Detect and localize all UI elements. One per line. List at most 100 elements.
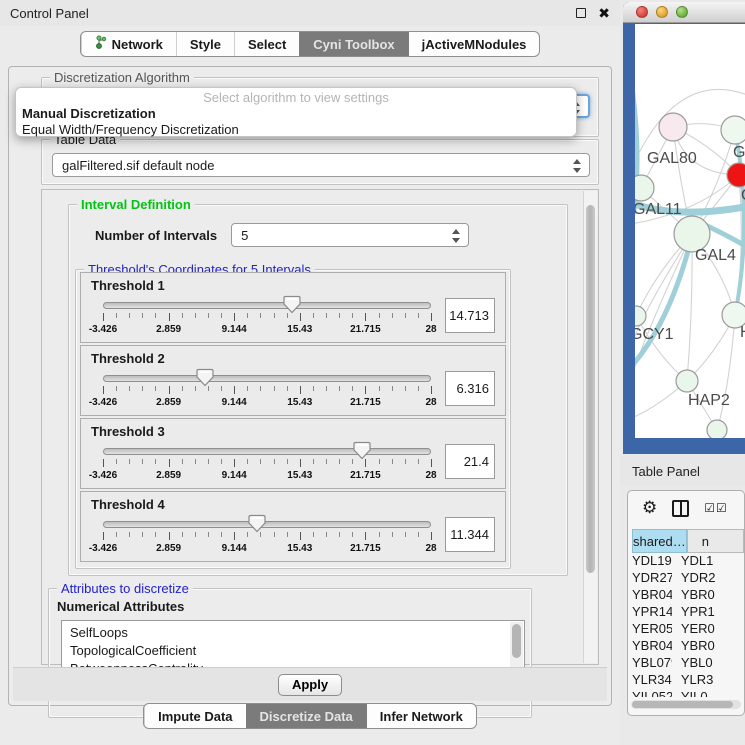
network-node-label: GCY1 (635, 326, 674, 343)
threshold-slider[interactable]: -3.4262.8599.14415.4321.71528 (103, 368, 431, 414)
threshold-box: Threshold 4 -3 (80, 491, 506, 562)
bottom-tabstrip: Impute Data Discretize Data Infer Networ… (143, 703, 477, 729)
split-columns-icon[interactable] (672, 500, 689, 517)
slider-thumb-icon[interactable] (196, 368, 214, 387)
network-node-label: GAL11 (635, 201, 682, 218)
threshold-box: Threshold 3 -3 (80, 418, 506, 489)
thresholds-list: Threshold 1 -3 (76, 272, 510, 562)
threshold-slider[interactable]: -3.4262.8599.14415.4321.71528 (103, 295, 431, 341)
attribute-list-item[interactable]: TopologicalCoefficient (70, 642, 524, 660)
cell-shared-name: YDL19… (632, 553, 672, 570)
slider-tick-labels: -3.4262.8599.14415.4321.71528 (103, 397, 431, 409)
slider-ticks (103, 386, 431, 395)
dropdown-option-equal-width[interactable]: Equal Width/Frequency Discretization (16, 122, 576, 138)
mac-zoom-icon[interactable] (676, 6, 688, 18)
float-window-icon[interactable] (576, 8, 586, 18)
top-tabbar: Network Style Select Cyni Toolbox (0, 26, 620, 62)
table-toolbar: ⚙ ☑☑ (628, 491, 744, 525)
bottom-tab[interactable]: Infer Network (366, 704, 476, 728)
tab[interactable]: Select (234, 32, 299, 56)
gear-icon[interactable]: ⚙ (642, 500, 657, 517)
tab[interactable]: Cyni Toolbox (299, 32, 407, 56)
table-row[interactable]: YPR145W YPR1 (632, 604, 744, 621)
cell-shared-name: YBR045C (632, 638, 672, 655)
cell-name: YPR1 (672, 604, 744, 621)
network-node[interactable] (659, 113, 687, 141)
slider-thumb-icon[interactable] (283, 295, 301, 314)
table-panel-title: Table Panel (632, 464, 700, 479)
threshold-value-field[interactable]: 14.713 (445, 298, 495, 333)
number-of-intervals-combobox[interactable]: 5 (231, 223, 469, 247)
threshold-value-field[interactable]: 11.344 (445, 517, 495, 552)
table-row[interactable]: YIL052C YIL0 (632, 689, 744, 697)
cell-name: YDL1 (672, 553, 744, 570)
slider-track[interactable] (103, 375, 431, 382)
cell-name: YBR0 (672, 587, 744, 604)
slider-track[interactable] (103, 302, 431, 309)
threshold-label: Threshold 3 (91, 424, 495, 439)
tab[interactable]: Network (81, 32, 176, 56)
bottom-tab[interactable]: Discretize Data (246, 704, 366, 728)
mac-close-icon[interactable] (636, 6, 648, 18)
threshold-slider[interactable]: -3.4262.8599.14415.4321.71528 (103, 441, 431, 487)
network-node[interactable] (721, 116, 745, 144)
network-window-titlebar (623, 2, 745, 23)
slider-ticks (103, 313, 431, 322)
network-canvas[interactable]: GAL80GALCGAL11GAL4GCY1HHAP2 (635, 24, 745, 438)
table-header-row: shared… n (632, 529, 744, 553)
checkboxes-icon[interactable]: ☑☑ (704, 501, 728, 515)
slider-thumb-icon[interactable] (353, 441, 371, 460)
threshold-box: Threshold 1 -3 (80, 272, 506, 343)
threshold-slider[interactable]: -3.4262.8599.14415.4321.71528 (103, 514, 431, 560)
slider-tick-labels: -3.4262.8599.14415.4321.71528 (103, 324, 431, 336)
tab-label: Cyni Toolbox (313, 37, 394, 52)
threshold-value-field[interactable]: 21.4 (445, 444, 495, 479)
network-node[interactable] (635, 306, 646, 326)
apply-row: Apply (13, 667, 607, 701)
network-node[interactable] (676, 370, 698, 392)
bottom-tab[interactable]: Impute Data (144, 704, 245, 728)
table-row[interactable]: YDL19… YDL1 (632, 553, 744, 570)
dropdown-option-manual[interactable]: Manual Discretization (16, 106, 576, 122)
attribute-list-item[interactable]: SelfLoops (70, 624, 524, 642)
network-node-label: GAL (733, 144, 745, 161)
tab[interactable]: Style (176, 32, 234, 56)
threshold-label: Threshold 2 (91, 351, 495, 366)
slider-ticks (103, 532, 431, 541)
slider-thumb-icon[interactable] (248, 514, 266, 533)
slider-track[interactable] (103, 521, 431, 528)
mac-minimize-icon[interactable] (656, 6, 668, 18)
tab[interactable]: jActiveMNodules (408, 32, 540, 56)
apply-button[interactable]: Apply (278, 674, 342, 696)
algorithm-dropdown-popup: Select algorithm to view settings Manual… (15, 87, 577, 137)
table-row[interactable]: YBR045C YBR0 (632, 638, 744, 655)
table-data-section: Table Data galFiltered.sif default node (41, 139, 599, 185)
close-icon[interactable]: ✖ (598, 6, 610, 20)
table-row[interactable]: YLR345W YLR3 (632, 672, 744, 689)
number-of-intervals-label: Number of Intervals (95, 228, 217, 243)
bottom-tab-label: Impute Data (158, 709, 232, 724)
threshold-value-field[interactable]: 6.316 (445, 371, 495, 406)
interval-definition-title: Interval Definition (77, 197, 195, 212)
table-row[interactable]: YER054C YER0 (632, 621, 744, 638)
table-data-combobox[interactable]: galFiltered.sif default node (52, 153, 590, 177)
table-horizontal-scrollbar[interactable] (631, 700, 741, 709)
network-node[interactable] (707, 420, 727, 438)
cell-shared-name: YPR145W (632, 604, 672, 621)
slider-tick-labels: -3.4262.8599.14415.4321.71528 (103, 470, 431, 482)
attributes-section-title: Attributes to discretize (57, 581, 193, 596)
tabstrip: Network Style Select Cyni Toolbox (80, 31, 541, 57)
column-header-name[interactable]: n (687, 529, 744, 553)
table-row[interactable]: YDR27… YDR2 (632, 570, 744, 587)
column-header-shared-name[interactable]: shared… (632, 529, 687, 553)
network-node-label: H (740, 324, 745, 341)
table-row[interactable]: YBR043C YBR0 (632, 587, 744, 604)
settings-vertical-scrollbar[interactable] (583, 191, 597, 663)
table-row[interactable]: YBL079W YBL0 (632, 655, 744, 672)
threshold-box: Threshold 2 -3 (80, 345, 506, 416)
combo-stepper-icon (452, 228, 461, 244)
network-node[interactable] (727, 163, 745, 187)
table-body: YDL19… YDL1 YDR27… YDR2 YBR043C YBR0 (632, 553, 744, 697)
slider-track[interactable] (103, 448, 431, 455)
interval-definition-section: Interval Definition Number of Intervals … (68, 204, 568, 576)
